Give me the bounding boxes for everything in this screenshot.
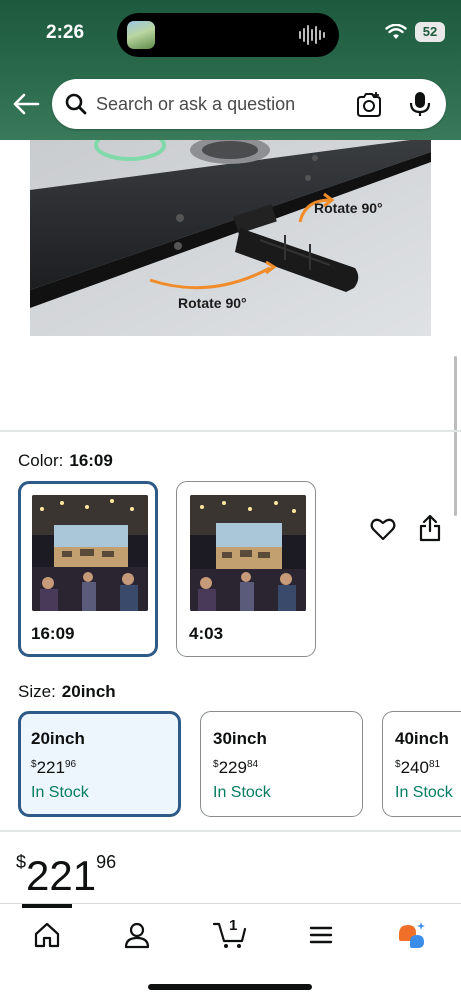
status-time: 2:26 — [46, 22, 85, 43]
size-option-20inch[interactable]: 20inch $22196 In Stock — [18, 711, 181, 817]
size-option-stock: In Stock — [213, 784, 271, 801]
back-arrow-icon[interactable] — [12, 92, 40, 116]
color-thumbnail — [190, 495, 306, 611]
product-image-gallery[interactable]: Rotate 90° Rotate 90° — [0, 140, 461, 542]
size-option-name: 20inch — [31, 729, 85, 748]
menu-icon[interactable] — [306, 920, 336, 950]
heart-icon[interactable] — [370, 516, 396, 542]
cart-count-badge: 1 — [229, 917, 238, 934]
size-option-stock: In Stock — [395, 784, 453, 801]
home-indicator[interactable] — [148, 984, 312, 990]
color-label: Color: — [18, 451, 64, 470]
account-icon[interactable] — [122, 920, 152, 950]
size-option-price: $22196 — [31, 758, 77, 777]
header: 2:26 52 Search or ask a question — [0, 0, 461, 140]
size-option-price: $24081 — [395, 758, 441, 777]
audio-wave-icon — [299, 23, 325, 47]
color-option-name: 4:03 — [189, 624, 224, 643]
product-price: $22196 — [16, 852, 117, 899]
color-option-name: 16:09 — [31, 624, 75, 643]
search-placeholder: Search or ask a question — [96, 94, 296, 114]
size-selected-value: 20inch — [61, 682, 116, 701]
annotation-rotate-right: Rotate 90° — [314, 200, 383, 216]
color-selected-value: 16:09 — [69, 451, 113, 470]
size-label: Size: — [18, 682, 56, 701]
camera-search-icon[interactable] — [355, 91, 383, 119]
color-option-4-3[interactable]: 4:03 — [176, 481, 316, 657]
divider — [0, 430, 461, 432]
status-indicators: 52 — [385, 22, 445, 42]
now-playing-thumbnail — [127, 21, 155, 49]
size-option-name: 40inch — [395, 729, 449, 748]
rufus-icon[interactable] — [396, 920, 426, 950]
size-option-name: 30inch — [213, 729, 267, 748]
color-option-16-9[interactable]: 16:09 — [18, 481, 158, 657]
wifi-icon — [385, 24, 407, 39]
search-icon — [65, 93, 87, 115]
scrollbar[interactable] — [454, 356, 457, 516]
size-label-row: Size: 20inch — [18, 682, 116, 702]
microphone-icon[interactable] — [408, 90, 432, 118]
divider — [0, 830, 461, 832]
color-thumbnail — [32, 495, 148, 611]
annotation-rotate-bottom: Rotate 90° — [178, 295, 247, 311]
color-label-row: Color: 16:09 — [18, 451, 113, 471]
size-option-30inch[interactable]: 30inch $22984 In Stock — [200, 711, 363, 817]
size-option-stock: In Stock — [31, 784, 89, 801]
home-icon[interactable] — [32, 920, 62, 950]
size-option-price: $22984 — [213, 758, 259, 777]
dynamic-island — [117, 13, 339, 57]
search-input[interactable]: Search or ask a question — [52, 79, 446, 129]
share-icon[interactable] — [418, 514, 442, 542]
nav-active-indicator — [22, 904, 72, 908]
size-option-40inch[interactable]: 40inch $24081 In Stock — [382, 711, 461, 817]
battery-indicator: 52 — [415, 22, 445, 42]
